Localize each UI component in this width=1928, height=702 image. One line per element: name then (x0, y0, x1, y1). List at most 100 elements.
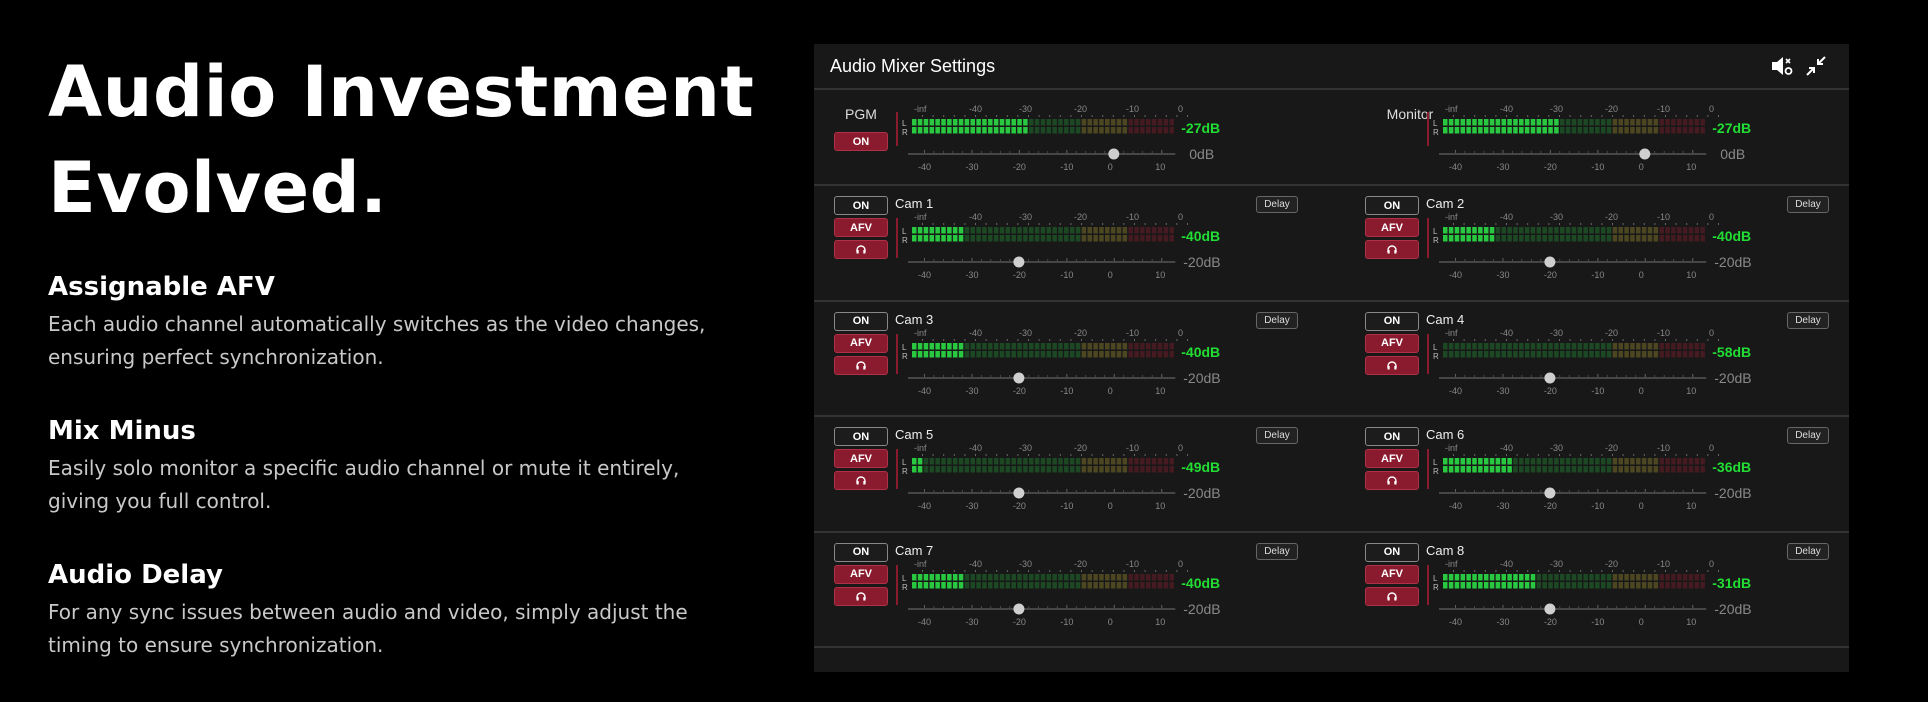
scale-tick (1144, 115, 1146, 117)
feature-description: Easily solo monitor a specific audio cha… (48, 456, 680, 513)
scale-label-top: 0 (1709, 559, 1714, 569)
fader-minor-tick (1123, 605, 1125, 608)
meter-segment (1636, 466, 1641, 473)
channel-on-button[interactable]: ON (1365, 542, 1419, 562)
fader-minor-tick (961, 259, 963, 261)
meter-segment (1641, 581, 1647, 588)
fader-minor-tick (1597, 490, 1599, 492)
afv-button[interactable]: AFV (834, 218, 888, 237)
scale-tick (953, 223, 955, 225)
headphone-button[interactable] (834, 586, 888, 606)
headphone-button[interactable] (1365, 240, 1419, 259)
headphone-button[interactable] (1365, 471, 1419, 490)
meter-segment (935, 350, 940, 357)
meter-segment (1636, 581, 1641, 588)
fader-minor-tick (1673, 374, 1675, 377)
meter-segment (1630, 573, 1635, 580)
meter-segment (1163, 573, 1169, 580)
fader-minor-tick (1132, 151, 1134, 153)
meter-segment (1624, 458, 1629, 465)
fader-knob[interactable] (1013, 487, 1025, 499)
fader-knob[interactable] (1108, 148, 1120, 160)
scale-label-bottom: 0 (1639, 270, 1644, 280)
meter-segment (1682, 458, 1688, 465)
meter-segment (1507, 458, 1512, 465)
afv-button[interactable]: AFV (1365, 333, 1419, 353)
meter-segment (982, 573, 987, 580)
scale-label-bottom: 0 (1108, 501, 1113, 511)
meter-segment (1443, 350, 1448, 357)
channel-on-button[interactable]: ON (834, 196, 888, 215)
channel-on-button[interactable]: ON (834, 427, 888, 446)
fader-knob[interactable] (1544, 603, 1556, 614)
fader-knob[interactable] (1013, 372, 1025, 383)
fader-knob[interactable] (1639, 148, 1651, 160)
fader-knob[interactable] (1544, 372, 1556, 383)
afv-button[interactable]: AFV (834, 449, 888, 468)
scale-tick (1559, 454, 1560, 456)
headphone-button[interactable] (1365, 355, 1419, 375)
meter-segment (982, 350, 987, 357)
speaker-settings-icon[interactable] (1765, 51, 1799, 81)
fader-minor-tick (971, 151, 973, 153)
afv-button[interactable]: AFV (1365, 449, 1419, 468)
channel-on-button[interactable]: ON (834, 542, 888, 562)
headphone-button[interactable] (1365, 586, 1419, 606)
afv-button[interactable]: AFV (834, 564, 888, 584)
pgm-on-button[interactable]: ON (834, 132, 888, 151)
fader-knob[interactable] (1013, 603, 1025, 614)
scale-tick (1495, 338, 1497, 341)
meter-segment (1040, 581, 1046, 588)
channel-on-button[interactable]: ON (834, 311, 888, 331)
meter-segment (917, 573, 923, 580)
fader-minor-tick (1018, 151, 1020, 153)
scale-tick (1453, 338, 1454, 341)
scale-label-bottom: -30 (965, 617, 978, 627)
afv-button[interactable]: AFV (1365, 564, 1419, 584)
fader-minor-tick (1597, 259, 1599, 261)
meter-segment (1146, 127, 1151, 134)
fader-minor-tick (1625, 374, 1627, 377)
meter-segment (1577, 119, 1583, 126)
meter-segment (1519, 573, 1524, 580)
fader-minor-tick (1492, 151, 1494, 153)
channel-strip: ON AFV Cam 2 Delay -inf -40 -30 -20 -10 0 L R -40dB -… (1345, 186, 1845, 300)
headphone-button[interactable] (834, 355, 888, 375)
meter-segment (993, 466, 999, 473)
headphone-button[interactable] (834, 240, 888, 259)
afv-button[interactable]: AFV (1365, 218, 1419, 237)
meter-segment (1081, 581, 1087, 588)
fader-knob[interactable] (1013, 256, 1025, 268)
meter-segment (1600, 350, 1606, 357)
scale-tick (1601, 223, 1603, 225)
meter-segment (1134, 573, 1139, 580)
meter-segment (1606, 342, 1612, 349)
scale-tick (996, 115, 998, 117)
headphone-button[interactable] (834, 471, 888, 490)
channel-on-button[interactable]: ON (1365, 196, 1419, 215)
channel-on-button[interactable]: ON (1365, 427, 1419, 446)
scale-tick (1484, 569, 1486, 572)
fader-minor-tick (1502, 259, 1504, 261)
afv-button[interactable]: AFV (834, 333, 888, 353)
fader-minor-tick (1530, 490, 1532, 492)
meter-segment (1618, 342, 1623, 349)
fader-knob[interactable] (1544, 256, 1556, 268)
scale-tick (1506, 454, 1507, 456)
scale-tick (1654, 569, 1656, 572)
collapse-icon[interactable] (1799, 51, 1833, 81)
channel-on-button[interactable]: ON (1365, 311, 1419, 331)
meter-segment (1128, 466, 1133, 473)
meter-segment (1542, 350, 1547, 357)
meter-segment (1671, 119, 1676, 126)
scale-tick (1654, 338, 1656, 341)
meter-segment (964, 466, 970, 473)
fader-knob[interactable] (1544, 487, 1556, 499)
meter-segment (1146, 466, 1151, 473)
headphone-icon (1387, 360, 1397, 369)
scale-tick (1059, 338, 1061, 341)
meter-segment (1093, 466, 1098, 473)
fader-minor-tick (1056, 151, 1058, 153)
master-channel-monitor: Monitor -inf -40 -30 -20 -10 0 L R -27dB -40 -30 -2… (1345, 90, 1845, 184)
meter-segment (1448, 127, 1454, 134)
